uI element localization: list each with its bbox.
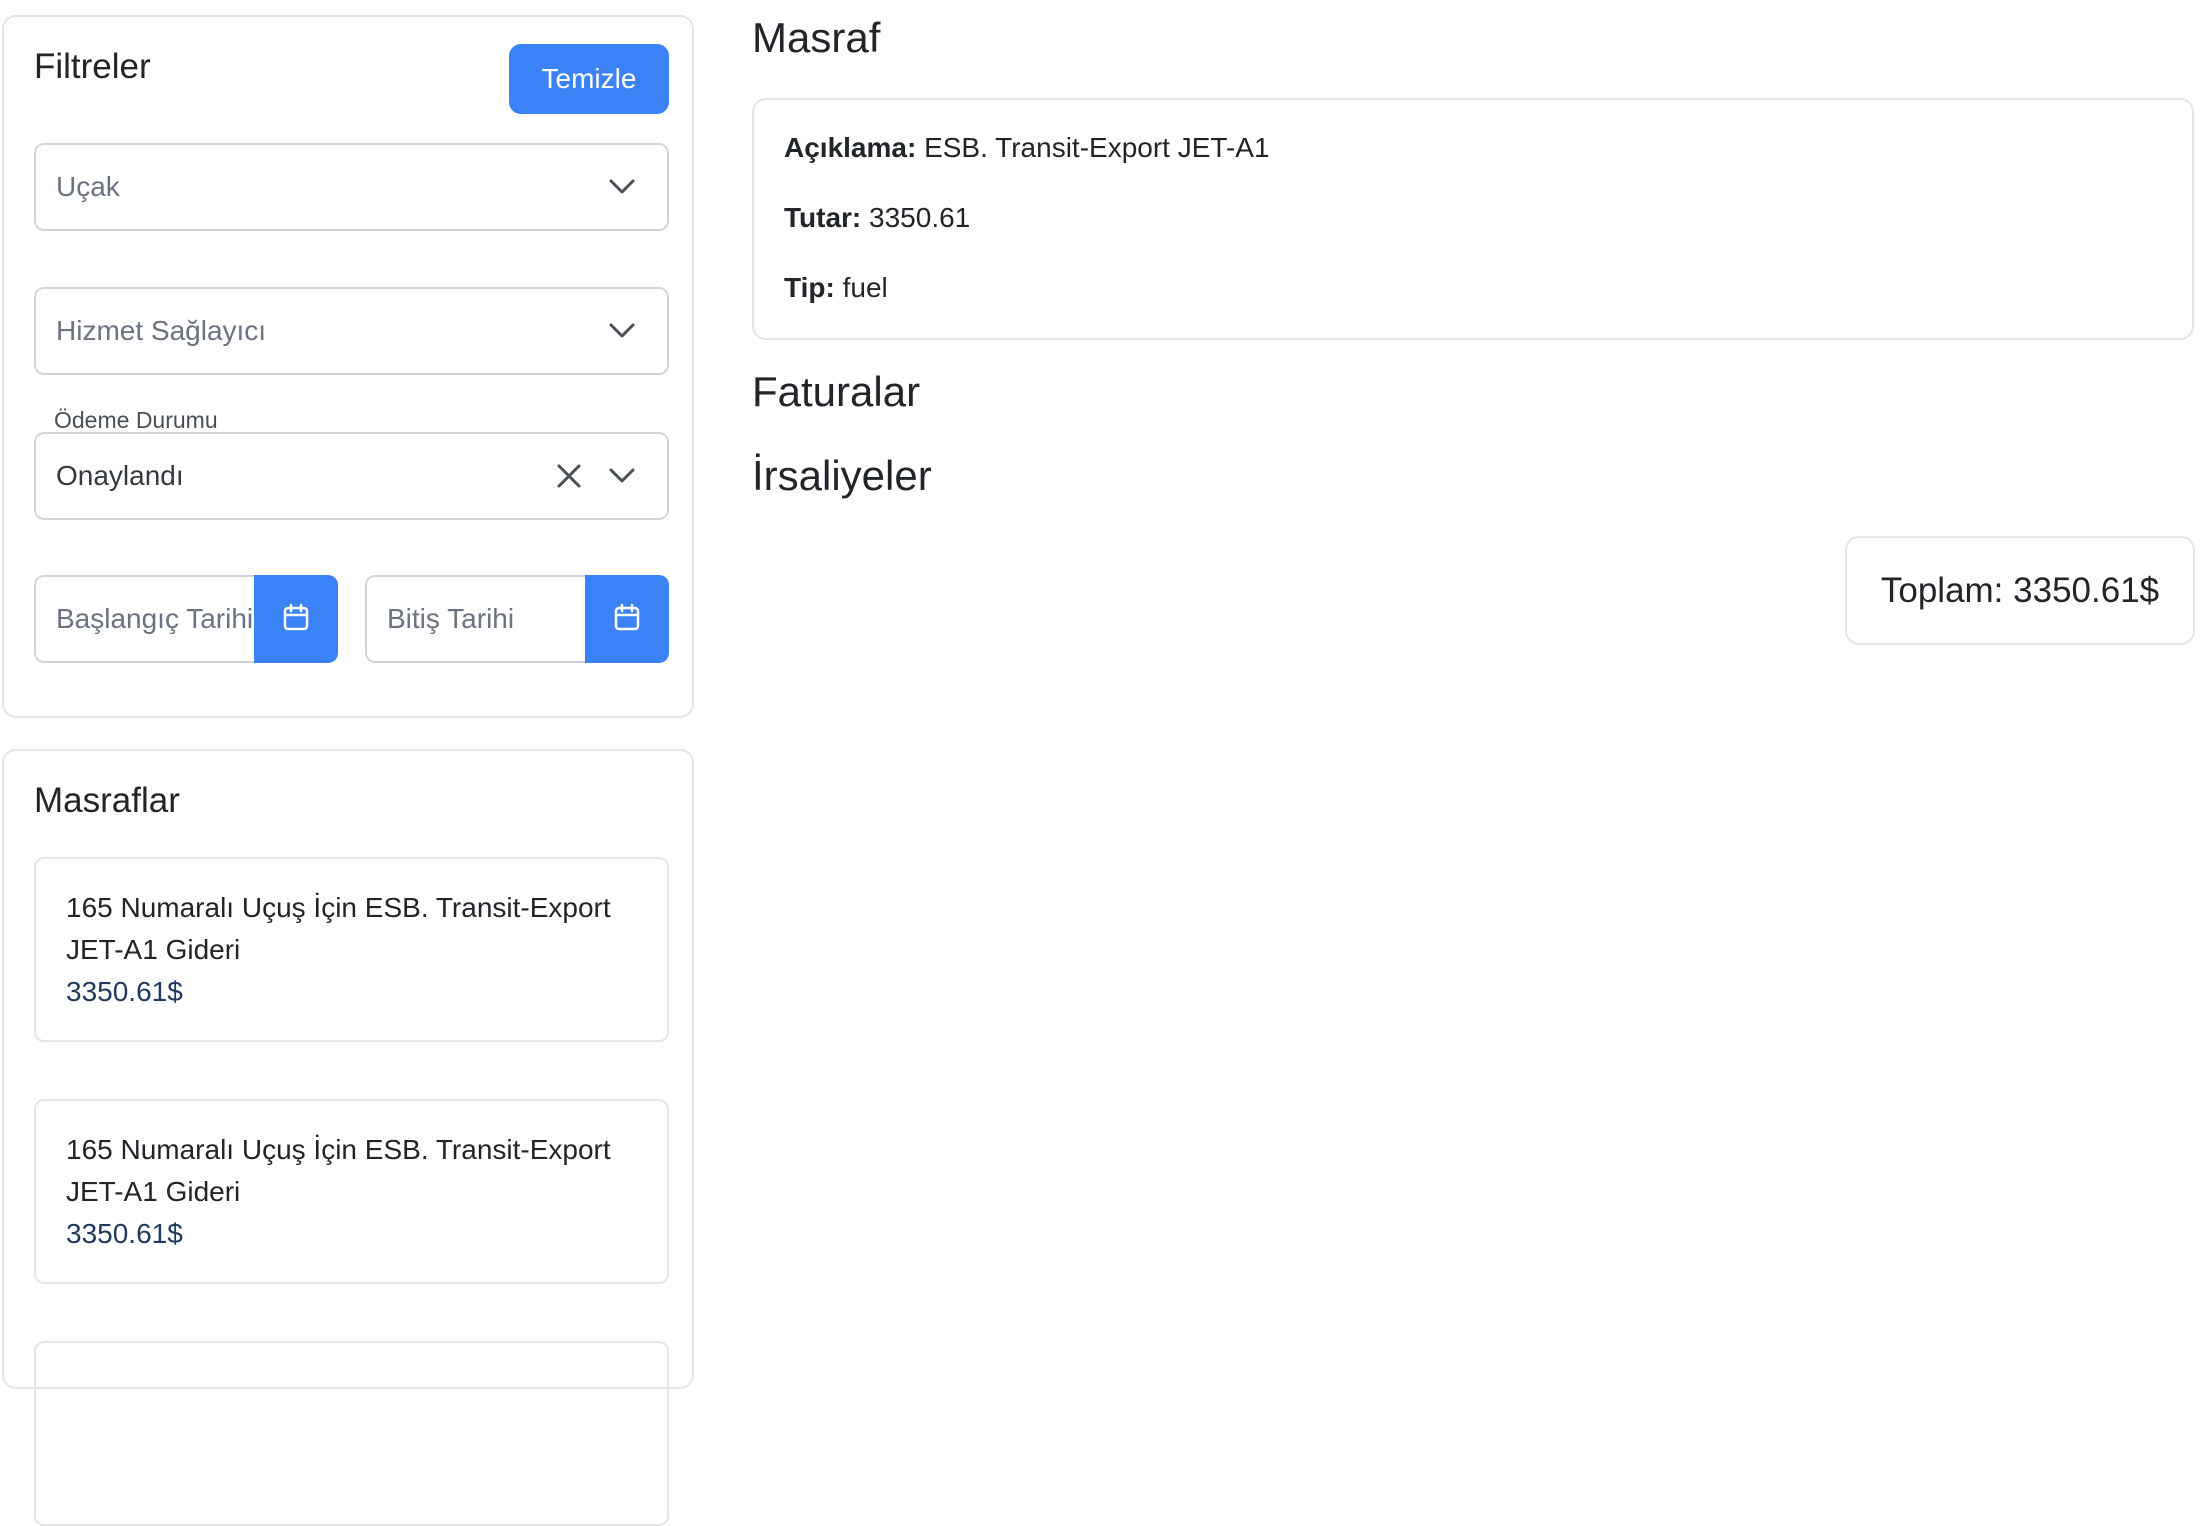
expenses-title: Masraflar xyxy=(34,781,180,820)
expense-item-amount: 3350.61$ xyxy=(66,976,183,1007)
invoices-title: Faturalar xyxy=(752,368,921,415)
expenses-panel: Masraflar 165 Numaralı Uçuş İçin ESB. Tr… xyxy=(2,749,694,1526)
type-row: Tip: fuel xyxy=(784,272,888,304)
filters-title: Filtreler xyxy=(34,47,151,86)
calendar-icon xyxy=(283,603,309,636)
payment-status-select[interactable]: Onaylandı xyxy=(34,432,669,520)
type-label: Tip: xyxy=(784,272,843,303)
service-provider-placeholder: Hizmet Sağlayıcı xyxy=(56,315,267,346)
end-date-calendar-button[interactable] xyxy=(585,575,669,663)
waybills-title: İrsaliyeler xyxy=(752,452,932,499)
calendar-icon xyxy=(614,603,640,636)
payment-status-label: Ödeme Durumu xyxy=(54,407,218,433)
type-value: fuel xyxy=(842,272,888,303)
aircraft-select-placeholder: Uçak xyxy=(56,171,120,202)
expense-list-item[interactable]: 165 Numaralı Uçuş İçin ESB. Transit-Expo… xyxy=(34,857,669,1042)
start-date-picker: Başlangıç Tarihi xyxy=(34,575,338,663)
description-label: Açıklama: xyxy=(784,132,925,163)
filters-panel: Filtreler Temizle Uçak Hizmet Sağlayıcı … xyxy=(2,15,694,718)
amount-row: Tutar: 3350.61 xyxy=(784,202,970,234)
amount-label: Tutar: xyxy=(784,202,870,233)
payment-status-value: Onaylandı xyxy=(56,460,184,491)
chevron-down-icon[interactable] xyxy=(597,287,647,375)
expense-detail-card: Açıklama: ESB. Transit-Export JET-A1 Tut… xyxy=(752,98,2194,340)
description-value: ESB. Transit-Export JET-A1 xyxy=(924,132,1270,163)
start-date-calendar-button[interactable] xyxy=(254,575,338,663)
total-amount: Toplam: 3350.61$ xyxy=(1880,570,2160,610)
expense-item-amount: 3350.61$ xyxy=(66,1218,183,1249)
total-card: Toplam: 3350.61$ xyxy=(1845,536,2195,645)
start-date-input[interactable]: Başlangıç Tarihi xyxy=(34,575,254,663)
expense-item-title: 165 Numaralı Uçuş İçin ESB. Transit-Expo… xyxy=(66,1134,611,1207)
amount-value: 3350.61 xyxy=(869,202,971,233)
expense-list-item[interactable] xyxy=(34,1341,669,1526)
chevron-down-icon[interactable] xyxy=(597,143,647,231)
expense-item-title: 165 Numaralı Uçuş İçin ESB. Transit-Expo… xyxy=(66,892,611,965)
clear-filters-button[interactable]: Temizle xyxy=(509,44,669,114)
service-provider-select[interactable]: Hizmet Sağlayıcı xyxy=(34,287,669,375)
expense-list-item[interactable]: 165 Numaralı Uçuş İçin ESB. Transit-Expo… xyxy=(34,1099,669,1284)
end-date-picker: Bitiş Tarihi xyxy=(365,575,669,663)
expense-detail-title: Masraf xyxy=(752,14,881,61)
close-icon[interactable] xyxy=(549,432,589,520)
chevron-down-icon[interactable] xyxy=(597,432,647,520)
end-date-input[interactable]: Bitiş Tarihi xyxy=(365,575,585,663)
description-row: Açıklama: ESB. Transit-Export JET-A1 xyxy=(784,132,1270,164)
aircraft-select[interactable]: Uçak xyxy=(34,143,669,231)
